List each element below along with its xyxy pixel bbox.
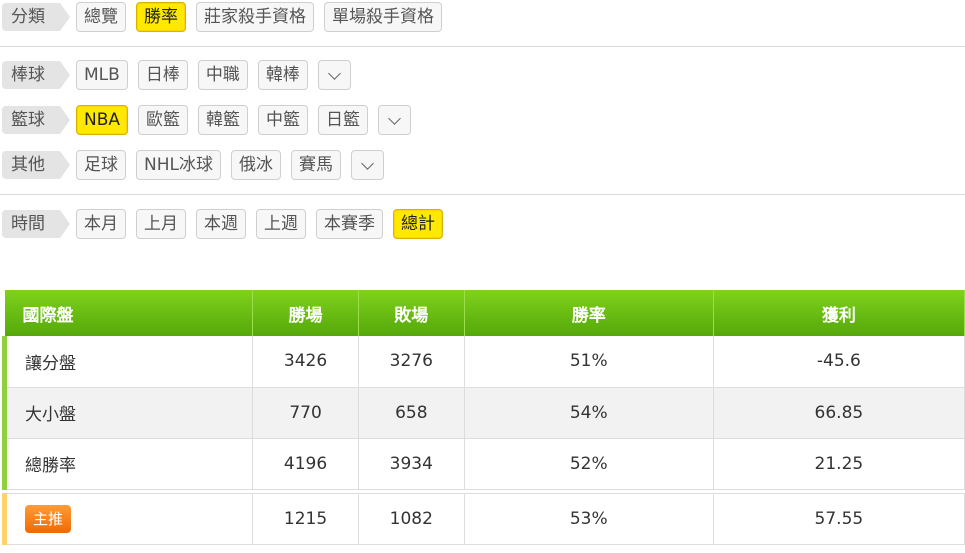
row-label: 讓分盤 — [1, 336, 254, 388]
win-rate-cell: 52% — [464, 438, 714, 490]
chip-horse-racing[interactable]: 賽馬 — [290, 150, 341, 180]
pick-badge[interactable]: 主推 — [25, 504, 72, 533]
chip-npb[interactable]: 日棒 — [137, 60, 188, 90]
chip-win-rate[interactable]: 勝率 — [136, 2, 186, 32]
profit-cell: 57.55 — [713, 492, 965, 545]
other-more-chevron-down-icon[interactable] — [350, 150, 384, 180]
wins-cell: 4196 — [252, 438, 359, 490]
losses-cell: 3934 — [358, 438, 465, 490]
basketball-row-label: 籃球 — [2, 106, 70, 134]
chip-overview[interactable]: 總覽 — [76, 2, 126, 32]
win-rate-cell: 51% — [464, 336, 714, 388]
baseball-row-label: 棒球 — [2, 61, 70, 89]
chip-nhl[interactable]: NHL冰球 — [136, 150, 221, 180]
losses-cell: 1082 — [358, 492, 465, 545]
header-win-rate: 勝率 — [464, 290, 714, 336]
chip-this-month[interactable]: 本月 — [76, 209, 126, 239]
category-row-label: 分類 — [2, 3, 70, 31]
other-row-label: 其他 — [2, 151, 70, 179]
chip-total[interactable]: 總計 — [393, 209, 443, 239]
chip-single-killer[interactable]: 單場殺手資格 — [324, 2, 442, 32]
chip-last-week[interactable]: 上週 — [256, 209, 306, 239]
pick-row: 主推 1215 1082 53% 57.55 — [1, 492, 965, 545]
profit-cell: 66.85 — [713, 387, 965, 439]
header-profit: 獲利 — [713, 290, 965, 336]
losses-cell: 658 — [358, 387, 465, 439]
row-label: 總勝率 — [1, 438, 254, 490]
baseball-filter-row: 棒球 MLB 日棒 中職 韓棒 — [0, 59, 361, 91]
table-row: 大小盤 770 658 54% 66.85 — [1, 387, 965, 439]
header-market: 國際盤 — [4, 290, 254, 336]
basketball-more-chevron-down-icon[interactable] — [378, 105, 412, 135]
chip-nba[interactable]: NBA — [76, 105, 129, 135]
pick-label-cell: 主推 — [1, 492, 254, 545]
win-rate-cell: 53% — [464, 492, 714, 545]
table-header-row: 國際盤 勝場 敗場 勝率 獲利 — [4, 290, 965, 336]
chip-bookmaker-killer[interactable]: 莊家殺手資格 — [196, 2, 314, 32]
table-row: 總勝率 4196 3934 52% 21.25 — [1, 438, 965, 490]
divider — [0, 46, 965, 47]
header-wins: 勝場 — [252, 290, 359, 336]
other-filter-row: 其他 足球 NHL冰球 俄冰 賽馬 — [0, 149, 394, 181]
chip-this-season[interactable]: 本賽季 — [316, 209, 383, 239]
chip-euro-basketball[interactable]: 歐籃 — [138, 105, 189, 135]
chip-cpbl[interactable]: 中職 — [197, 60, 248, 90]
time-filter-row: 時間 本月 上月 本週 上週 本賽季 總計 — [0, 208, 453, 240]
chip-cba[interactable]: 中籃 — [258, 105, 309, 135]
chip-soccer[interactable]: 足球 — [76, 150, 126, 180]
divider — [0, 194, 965, 195]
profit-cell: 21.25 — [713, 438, 965, 490]
header-losses: 敗場 — [358, 290, 465, 336]
chip-mlb[interactable]: MLB — [76, 60, 128, 90]
row-label: 大小盤 — [1, 387, 254, 439]
basketball-filter-row: 籃球 NBA 歐籃 韓籃 中籃 日籃 — [0, 104, 421, 136]
chip-this-week[interactable]: 本週 — [196, 209, 246, 239]
win-rate-cell: 54% — [464, 387, 714, 439]
time-row-label: 時間 — [2, 210, 70, 238]
chip-japan-basketball[interactable]: 日籃 — [318, 105, 369, 135]
table-row: 讓分盤 3426 3276 51% -45.6 — [1, 336, 965, 388]
baseball-more-chevron-down-icon[interactable] — [317, 60, 351, 90]
losses-cell: 3276 — [358, 336, 465, 388]
chip-last-month[interactable]: 上月 — [136, 209, 186, 239]
category-filter-row: 分類 總覽 勝率 莊家殺手資格 單場殺手資格 — [0, 1, 452, 33]
wins-cell: 3426 — [252, 336, 359, 388]
wins-cell: 770 — [252, 387, 359, 439]
stats-table: 國際盤 勝場 敗場 勝率 獲利 讓分盤 3426 3276 51% -45.6 … — [1, 290, 965, 545]
chip-khl[interactable]: 俄冰 — [230, 150, 281, 180]
profit-cell: -45.6 — [713, 336, 965, 388]
chip-kbl[interactable]: 韓籃 — [198, 105, 249, 135]
wins-cell: 1215 — [252, 492, 359, 545]
chip-kbo[interactable]: 韓棒 — [257, 60, 308, 90]
